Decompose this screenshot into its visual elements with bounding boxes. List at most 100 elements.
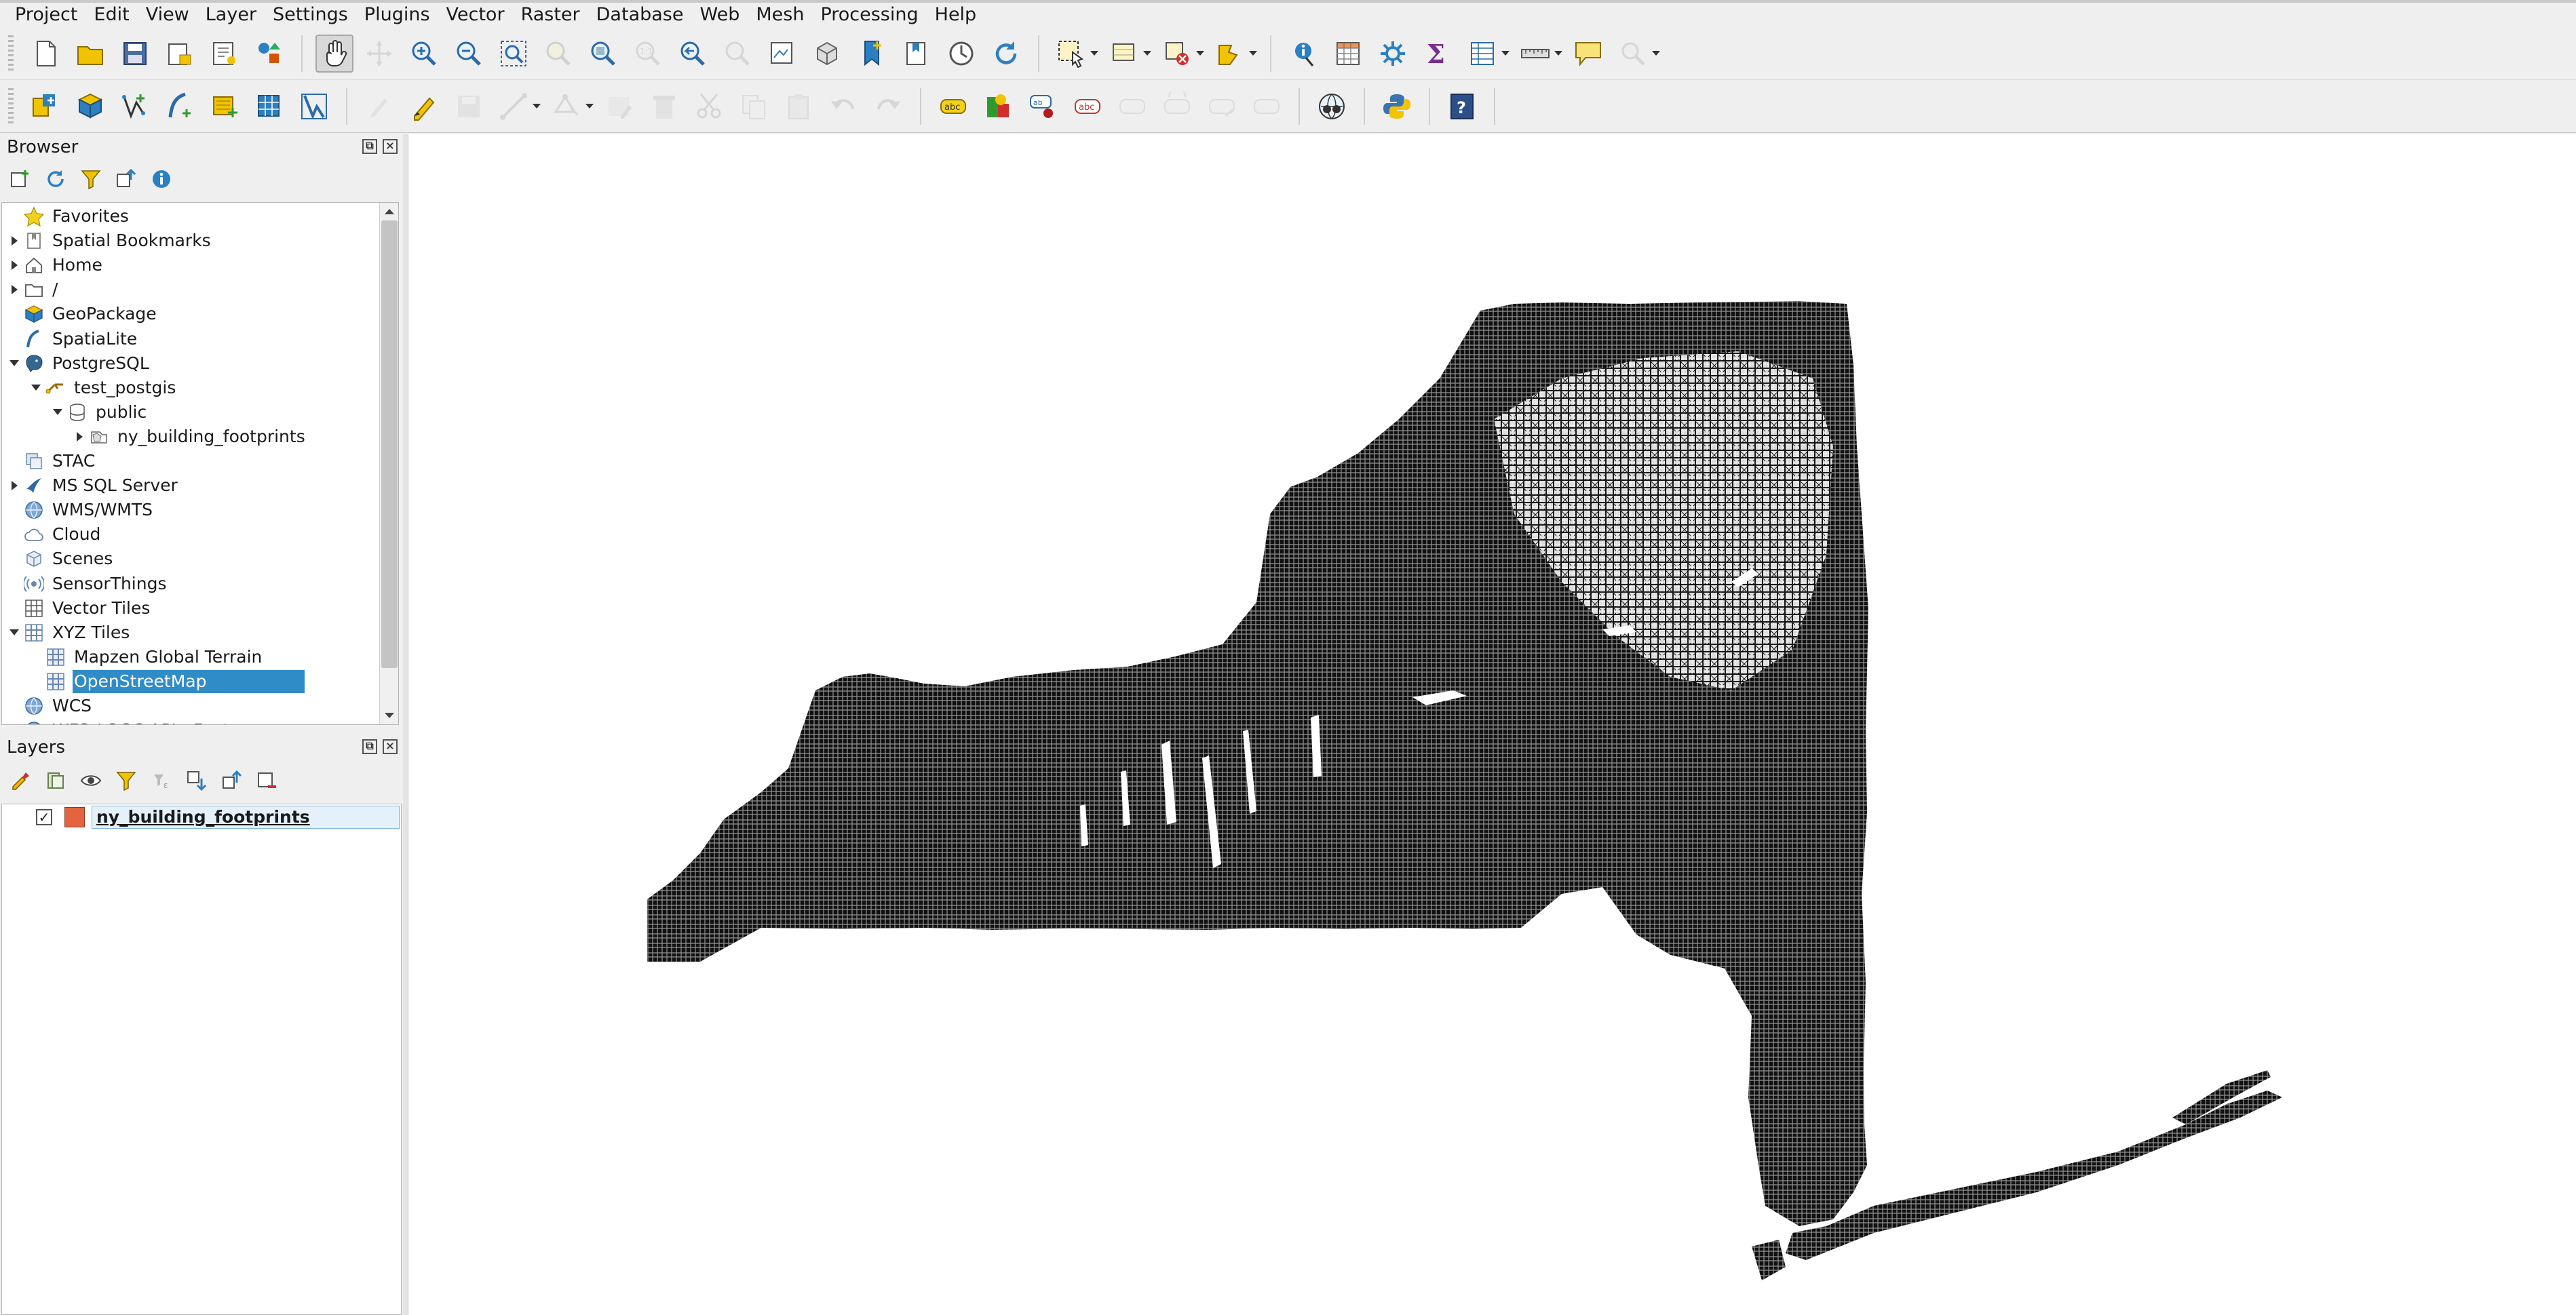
- menu-settings[interactable]: Settings: [265, 3, 356, 26]
- zoom-full-icon[interactable]: [495, 35, 533, 73]
- layers-tree[interactable]: ✓ ny_building_footprints: [1, 804, 402, 1315]
- zoom-to-layer-icon[interactable]: [584, 35, 622, 73]
- remove-layer-icon[interactable]: [254, 767, 281, 794]
- layer-visibility-checkbox[interactable]: ✓: [36, 809, 52, 825]
- zoom-to-selection-icon[interactable]: [539, 35, 577, 73]
- modify-attributes-icon[interactable]: [600, 87, 638, 125]
- float-panel-icon[interactable]: ⧉: [362, 739, 377, 754]
- data-source-manager-icon[interactable]: [26, 87, 64, 125]
- locator-icon[interactable]: [1614, 35, 1652, 73]
- statistics-icon[interactable]: Σ: [1419, 35, 1457, 73]
- collapsed-arrow-icon[interactable]: [6, 229, 22, 253]
- collapsed-arrow-icon[interactable]: [71, 425, 88, 449]
- menu-plugins[interactable]: Plugins: [356, 3, 438, 26]
- browser-item-favorites[interactable]: Favorites: [6, 204, 133, 229]
- select-features-icon[interactable]: [1052, 35, 1090, 73]
- new-bookmark-icon[interactable]: [853, 35, 891, 73]
- rotate-label-icon[interactable]: [1158, 87, 1196, 125]
- vertex-tool-icon[interactable]: [547, 87, 585, 125]
- pin-labels-icon[interactable]: ab: [1024, 87, 1062, 125]
- identify-icon[interactable]: [1284, 35, 1322, 73]
- undo-icon[interactable]: [824, 87, 862, 125]
- zoom-last-icon[interactable]: [674, 35, 712, 73]
- menu-view[interactable]: View: [138, 3, 197, 26]
- dropdown-arrow-icon[interactable]: [1248, 35, 1258, 73]
- zoom-native-icon[interactable]: 1:1: [629, 35, 667, 73]
- browser-item-xyz-tiles[interactable]: XYZ Tiles: [6, 621, 134, 645]
- browser-scrollbar[interactable]: [379, 203, 398, 724]
- browser-item-scenes[interactable]: Scenes: [6, 547, 117, 571]
- new-geopackage-layer-icon[interactable]: [71, 87, 109, 125]
- filter-by-expression-icon[interactable]: ε: [148, 767, 175, 794]
- current-edits-icon[interactable]: [360, 87, 398, 125]
- scroll-down-arrow-icon[interactable]: [380, 707, 398, 724]
- move-label-icon[interactable]: [1113, 87, 1151, 125]
- copy-features-icon[interactable]: [735, 87, 773, 125]
- menu-database[interactable]: Database: [588, 3, 692, 26]
- dropdown-arrow-icon[interactable]: [1651, 35, 1661, 73]
- browser-item-wms-wmts[interactable]: WMS/WMTS: [6, 498, 157, 522]
- open-attribute-table-icon[interactable]: [1329, 35, 1367, 73]
- close-panel-icon[interactable]: ×: [383, 739, 398, 754]
- new-temporary-layer-icon[interactable]: [206, 87, 244, 125]
- expanded-arrow-icon[interactable]: [28, 376, 44, 400]
- python-console-icon[interactable]: [1378, 87, 1416, 125]
- browser-item-ms-sql-server[interactable]: MS SQL Server: [6, 473, 182, 498]
- new-project-icon[interactable]: [26, 35, 64, 73]
- measure-icon[interactable]: [1516, 35, 1554, 73]
- select-by-value-icon[interactable]: [1105, 35, 1143, 73]
- map-tips-icon[interactable]: [1569, 35, 1607, 73]
- menu-web[interactable]: Web: [691, 3, 748, 26]
- collapsed-arrow-icon[interactable]: [6, 473, 22, 498]
- new-virtual-layer-icon[interactable]: [250, 87, 288, 125]
- style-manager-icon[interactable]: [250, 35, 288, 73]
- change-label-icon[interactable]: [1203, 87, 1241, 125]
- filter-browser-icon[interactable]: [77, 165, 104, 193]
- expanded-arrow-icon[interactable]: [50, 400, 66, 425]
- help-icon[interactable]: ?: [1443, 87, 1481, 125]
- select-by-location-icon[interactable]: [1211, 35, 1249, 73]
- dropdown-arrow-icon[interactable]: [1501, 35, 1510, 73]
- close-panel-icon[interactable]: ×: [383, 139, 398, 154]
- menu-edit[interactable]: Edit: [85, 3, 137, 26]
- dropdown-arrow-icon[interactable]: [1554, 35, 1563, 73]
- browser-item-public[interactable]: public: [50, 400, 151, 425]
- digitize-with-segment-icon[interactable]: [495, 87, 533, 125]
- browser-item-postgresql[interactable]: PostgreSQL: [6, 351, 153, 376]
- browser-item-ny-building-footprints[interactable]: ny_building_footprints: [71, 425, 309, 449]
- dropdown-arrow-icon[interactable]: [532, 87, 541, 125]
- processing-toolbox-icon[interactable]: [1374, 35, 1412, 73]
- save-project-icon[interactable]: [116, 35, 154, 73]
- scrollbar-thumb[interactable]: [381, 220, 398, 668]
- toolbar-grip[interactable]: [8, 87, 14, 125]
- map-canvas[interactable]: [408, 134, 2576, 1315]
- attribute-table-icon[interactable]: [1463, 35, 1501, 73]
- digitize-vector-icon[interactable]: [116, 87, 154, 125]
- expanded-arrow-icon[interactable]: [6, 621, 22, 645]
- open-project-icon[interactable]: [71, 35, 109, 73]
- zoom-next-icon[interactable]: [718, 35, 756, 73]
- print-layout-icon[interactable]: [161, 35, 199, 73]
- float-panel-icon[interactable]: ⧉: [362, 139, 377, 154]
- delete-selected-icon[interactable]: [645, 87, 683, 125]
- menu-mesh[interactable]: Mesh: [748, 3, 812, 26]
- browser-item-geopackage[interactable]: GeoPackage: [6, 302, 161, 326]
- style-layer-icon[interactable]: [7, 767, 34, 794]
- browser-item-vector-tiles[interactable]: Vector Tiles: [6, 596, 154, 621]
- dropdown-arrow-icon[interactable]: [1195, 35, 1205, 73]
- save-edits-icon[interactable]: [450, 87, 488, 125]
- menu-raster[interactable]: Raster: [513, 3, 588, 26]
- dropdown-arrow-icon[interactable]: [1090, 35, 1099, 73]
- menu-processing[interactable]: Processing: [812, 3, 926, 26]
- menu-layer[interactable]: Layer: [197, 3, 265, 26]
- layer-row[interactable]: ✓ ny_building_footprints: [2, 804, 401, 830]
- browser-item-spatialite[interactable]: SpatiaLite: [6, 327, 141, 351]
- pan-to-selection-icon[interactable]: [360, 35, 398, 73]
- browser-item-sensorthings[interactable]: SensorThings: [6, 572, 171, 596]
- show-bookmarks-icon[interactable]: [898, 35, 936, 73]
- grass-icon[interactable]: [1313, 87, 1351, 125]
- dropdown-arrow-icon[interactable]: [585, 87, 594, 125]
- visibility-eye-icon[interactable]: [77, 767, 104, 794]
- browser-item-test-postgis[interactable]: test_postgis: [28, 376, 180, 400]
- collapse-all-icon[interactable]: [113, 165, 140, 193]
